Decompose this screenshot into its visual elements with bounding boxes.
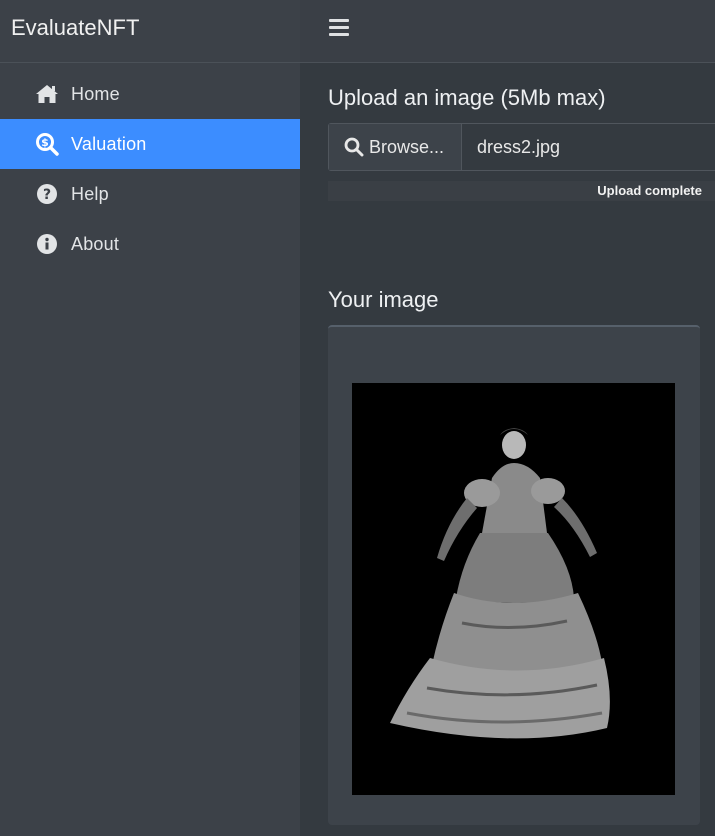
upload-progress-bar: Upload complete: [328, 181, 715, 201]
image-section-title: Your image: [328, 287, 439, 312]
brand-title[interactable]: EvaluateNFT: [0, 0, 300, 63]
sidebar-item-home[interactable]: Home: [0, 69, 300, 119]
sidebar-item-label: Home: [71, 83, 120, 104]
main-content: Upload an image (5Mb max) Browse... dres…: [300, 63, 715, 836]
browse-button[interactable]: Browse...: [329, 124, 462, 170]
file-name-field[interactable]: dress2.jpg: [462, 124, 715, 170]
sidebar-item-help[interactable]: ? Help: [0, 169, 300, 219]
sidebar-item-label: Valuation: [71, 133, 147, 154]
uploaded-image: [352, 383, 675, 795]
upload-title: Upload an image (5Mb max): [328, 85, 606, 110]
browse-label: Browse...: [369, 136, 445, 157]
svg-text:$: $: [41, 136, 49, 149]
sidebar-item-valuation[interactable]: $ Valuation: [0, 119, 300, 169]
app-root: EvaluateNFT Home $ Valuation ? Help Abou…: [0, 0, 715, 836]
top-header: [300, 0, 715, 63]
home-icon: [35, 82, 59, 106]
sidebar-nav: Home $ Valuation ? Help About: [0, 63, 300, 269]
progress-status-text: Upload complete: [597, 183, 702, 198]
hamburger-icon[interactable]: [329, 19, 349, 37]
sidebar-item-about[interactable]: About: [0, 219, 300, 269]
question-circle-icon: ?: [35, 182, 59, 206]
image-card: [328, 325, 700, 825]
file-input-group: Browse... dress2.jpg: [328, 123, 715, 171]
svg-text:?: ?: [43, 187, 51, 203]
search-icon: [344, 137, 364, 157]
info-circle-icon: [35, 232, 59, 256]
search-dollar-icon: $: [35, 132, 59, 156]
sidebar: EvaluateNFT Home $ Valuation ? Help Abou…: [0, 0, 300, 836]
sidebar-item-label: About: [71, 233, 120, 254]
sidebar-item-label: Help: [71, 183, 109, 204]
